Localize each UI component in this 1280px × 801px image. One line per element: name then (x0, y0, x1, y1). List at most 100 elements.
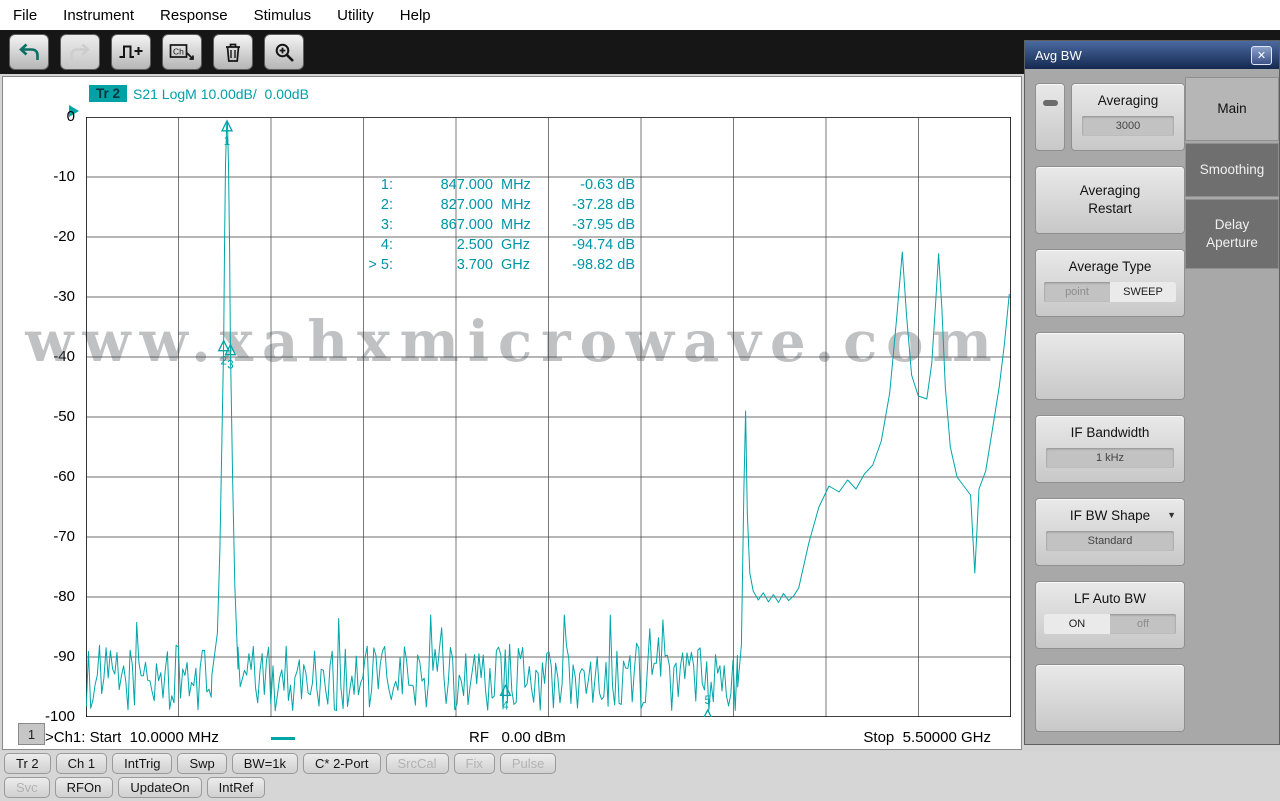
marker-unit: GHz (493, 235, 543, 255)
if-bandwidth-value: 1 kHz (1046, 448, 1174, 468)
status-svc: Svc (4, 777, 50, 798)
status-c-2-port[interactable]: C* 2-Port (303, 753, 380, 774)
status-pulse: Pulse (500, 753, 557, 774)
menu-instrument[interactable]: Instrument (50, 7, 147, 24)
marker-5-icon (703, 710, 713, 717)
stop-frequency-label: Stop 5.50000 GHz (863, 729, 991, 746)
channel-copy-icon: Ch (169, 42, 195, 62)
tab-delay-aperture[interactable]: Delay Aperture (1185, 199, 1279, 269)
y-axis: 0-10-20-30-40-50-60-70-80-90-100 (3, 77, 81, 749)
y-tick-label: -30 (5, 288, 75, 305)
if-bw-shape-value: Standard (1046, 531, 1174, 551)
status-inttrig[interactable]: IntTrig (112, 753, 172, 774)
status-ch-1[interactable]: Ch 1 (56, 753, 107, 774)
y-tick-label: -40 (5, 348, 75, 365)
menu-stimulus[interactable]: Stimulus (241, 7, 325, 24)
svg-text:Ch: Ch (173, 47, 184, 57)
y-tick-label: 0 (5, 108, 75, 125)
status-srccal: SrcCal (386, 753, 449, 774)
averaging-button[interactable]: Averaging3000 (1071, 83, 1185, 151)
pulse-add-button[interactable] (111, 34, 151, 70)
averaging-toggle-button[interactable] (1035, 83, 1065, 151)
option-off[interactable]: off (1110, 614, 1176, 634)
if-bw-shape-button[interactable]: IF BW Shape▼Standard (1035, 498, 1185, 566)
panel-title: Avg BW (1035, 48, 1082, 63)
channel-copy-button[interactable]: Ch (162, 34, 202, 70)
blank-button-3[interactable] (1035, 332, 1185, 400)
marker-unit: MHz (493, 215, 543, 235)
panel-tabs: MainSmoothingDelay Aperture (1185, 77, 1279, 269)
panel-header: Avg BW ✕ (1025, 41, 1279, 69)
redo-icon (69, 43, 91, 62)
svg-text:4: 4 (502, 700, 509, 712)
tab-smoothing[interactable]: Smoothing (1185, 143, 1279, 197)
marker-index: > 5: (333, 255, 393, 275)
trace-badge[interactable]: Tr 2 (89, 85, 127, 102)
panel-controls: Averaging3000 Averaging Restart Average Ty… (1035, 83, 1185, 732)
blank-button-7[interactable] (1035, 664, 1185, 732)
marker-frequency: 827.000 (393, 195, 493, 215)
y-tick-label: -10 (5, 168, 75, 185)
y-tick-label: -60 (5, 468, 75, 485)
pulse-add-icon (118, 42, 144, 62)
average-type-button[interactable]: Average TypepointSWEEP (1035, 249, 1185, 317)
avg-bw-panel: Avg BW ✕ Averaging3000Averaging RestartA… (1024, 40, 1280, 745)
averaging-value: 3000 (1082, 116, 1174, 136)
zoom-in-button[interactable] (264, 34, 304, 70)
option-point[interactable]: point (1044, 282, 1110, 302)
plot-panel: Tr 2 S21 LogM 10.00dB/ 0.00dB 0-10-20-30… (2, 76, 1022, 750)
status-intref[interactable]: IntRef (207, 777, 266, 798)
if-bandwidth-button[interactable]: IF Bandwidth1 kHz (1035, 415, 1185, 483)
marker-value: -98.82 dB (543, 255, 635, 275)
status-updateon[interactable]: UpdateOn (118, 777, 201, 798)
status-tr-2[interactable]: Tr 2 (4, 753, 51, 774)
zoom-in-icon (274, 42, 295, 63)
marker-frequency: 2.500 (393, 235, 493, 255)
option-on[interactable]: ON (1044, 614, 1110, 634)
lf-auto-bw-button[interactable]: LF Auto BWONoff (1035, 581, 1185, 649)
marker-unit: GHz (493, 255, 543, 275)
y-tick-label: -50 (5, 408, 75, 425)
menu-help[interactable]: Help (387, 7, 444, 24)
toggle-slot-icon (1043, 100, 1058, 106)
y-tick-label: -20 (5, 228, 75, 245)
menu-file[interactable]: File (0, 7, 50, 24)
chevron-down-icon: ▼ (1167, 510, 1176, 520)
plot-footer: >Ch1: Start 10.0000 MHz RF 0.00 dBm Stop… (3, 727, 1023, 749)
trash-button[interactable] (213, 34, 253, 70)
svg-text:2: 2 (220, 356, 226, 368)
tab-main[interactable]: Main (1185, 77, 1279, 141)
marker-value: -94.74 dB (543, 235, 635, 255)
marker-index: 2: (333, 195, 393, 215)
averaging-restart-button[interactable]: Averaging Restart (1035, 166, 1185, 234)
rf-power-label: RF 0.00 dBm (469, 729, 566, 746)
marker-frequency: 867.000 (393, 215, 493, 235)
status-bw-1k[interactable]: BW=1k (232, 753, 298, 774)
marker-index: 1: (333, 175, 393, 195)
status-row-1: Tr 2Ch 1IntTrigSwpBW=1kC* 2-PortSrcCalFi… (0, 751, 1280, 775)
menu-response[interactable]: Response (147, 7, 241, 24)
marker-unit: MHz (493, 195, 543, 215)
undo-button[interactable] (9, 34, 49, 70)
y-tick-label: -70 (5, 528, 75, 545)
marker-unit: MHz (493, 175, 543, 195)
marker-index: 3: (333, 215, 393, 235)
status-rfon[interactable]: RFOn (55, 777, 114, 798)
option-sweep[interactable]: SWEEP (1110, 282, 1176, 302)
trash-icon (223, 42, 243, 63)
marker-index: 4: (333, 235, 393, 255)
channel-indicator[interactable]: 1 (18, 723, 45, 745)
svg-text:3: 3 (227, 360, 233, 372)
marker-frequency: 847.000 (393, 175, 493, 195)
svg-text:1: 1 (224, 136, 230, 148)
marker-readout: 1:847.000MHz-0.63 dB2:827.000MHz-37.28 d… (333, 175, 635, 275)
redo-button (60, 34, 100, 70)
status-bar: Tr 2Ch 1IntTrigSwpBW=1kC* 2-PortSrcCalFi… (0, 751, 1280, 801)
menu-utility[interactable]: Utility (324, 7, 387, 24)
status-swp[interactable]: Swp (177, 753, 226, 774)
trace-color-swatch (271, 737, 295, 740)
close-icon[interactable]: ✕ (1251, 46, 1272, 65)
marker-frequency: 3.700 (393, 255, 493, 275)
vna-application-window: FileInstrumentResponseStimulusUtilityHel… (0, 0, 1280, 801)
panel-body: Averaging3000 Averaging Restart Average Ty… (1025, 69, 1279, 744)
